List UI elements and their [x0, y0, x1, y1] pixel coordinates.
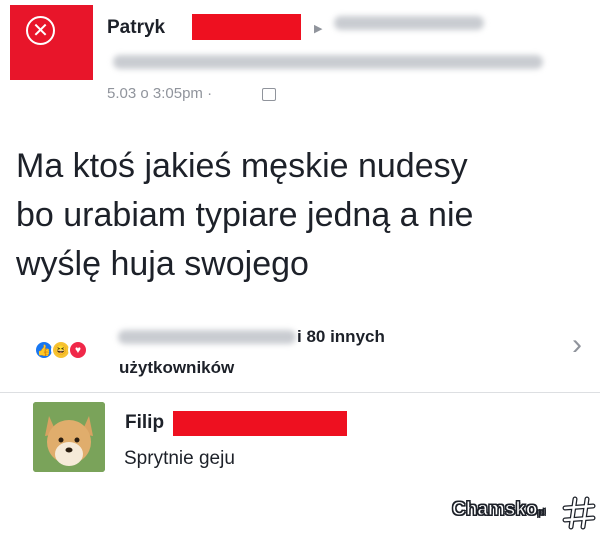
comment-text: Sprytnie geju [124, 448, 235, 469]
post-body-line: Ma ktoś jakieś męskie nudesy [16, 147, 468, 185]
post-author-name[interactable]: Patryk [107, 17, 165, 39]
love-reaction-icon: ♥ [68, 340, 88, 360]
blurred-group-name-line2 [113, 55, 543, 69]
redaction-bar [192, 14, 301, 40]
blurred-group-name [334, 16, 484, 30]
close-icon: ✕ [26, 16, 55, 45]
reaction-count-suffix[interactable]: użytkowników [119, 358, 234, 378]
redaction-bar [173, 411, 347, 436]
watermark-text: Chamskopl [452, 499, 547, 521]
comment-author-name[interactable]: Filip [125, 412, 164, 434]
commenter-avatar[interactable] [33, 402, 105, 472]
post-body: Ma ktoś jakieś męskie nudesy bo urabiam … [16, 142, 596, 289]
blurred-reactor-names [118, 330, 296, 344]
post-body-line: bo urabiam typiare jedną a nie [16, 196, 474, 234]
avatar-redacted: ✕ [10, 5, 93, 80]
post-timestamp[interactable]: 5.03 o 3:05pm · [107, 85, 212, 102]
triangle-right-icon: ▶ [314, 23, 323, 35]
chevron-right-icon[interactable]: › [572, 328, 582, 362]
hashtag-logo-icon [562, 496, 596, 530]
audience-icon [262, 88, 276, 101]
shiba-dog-icon [33, 402, 105, 472]
post-body-line: wyślę huja swojego [16, 245, 309, 283]
divider [0, 392, 600, 393]
reaction-count[interactable]: i 80 innych [297, 327, 385, 347]
